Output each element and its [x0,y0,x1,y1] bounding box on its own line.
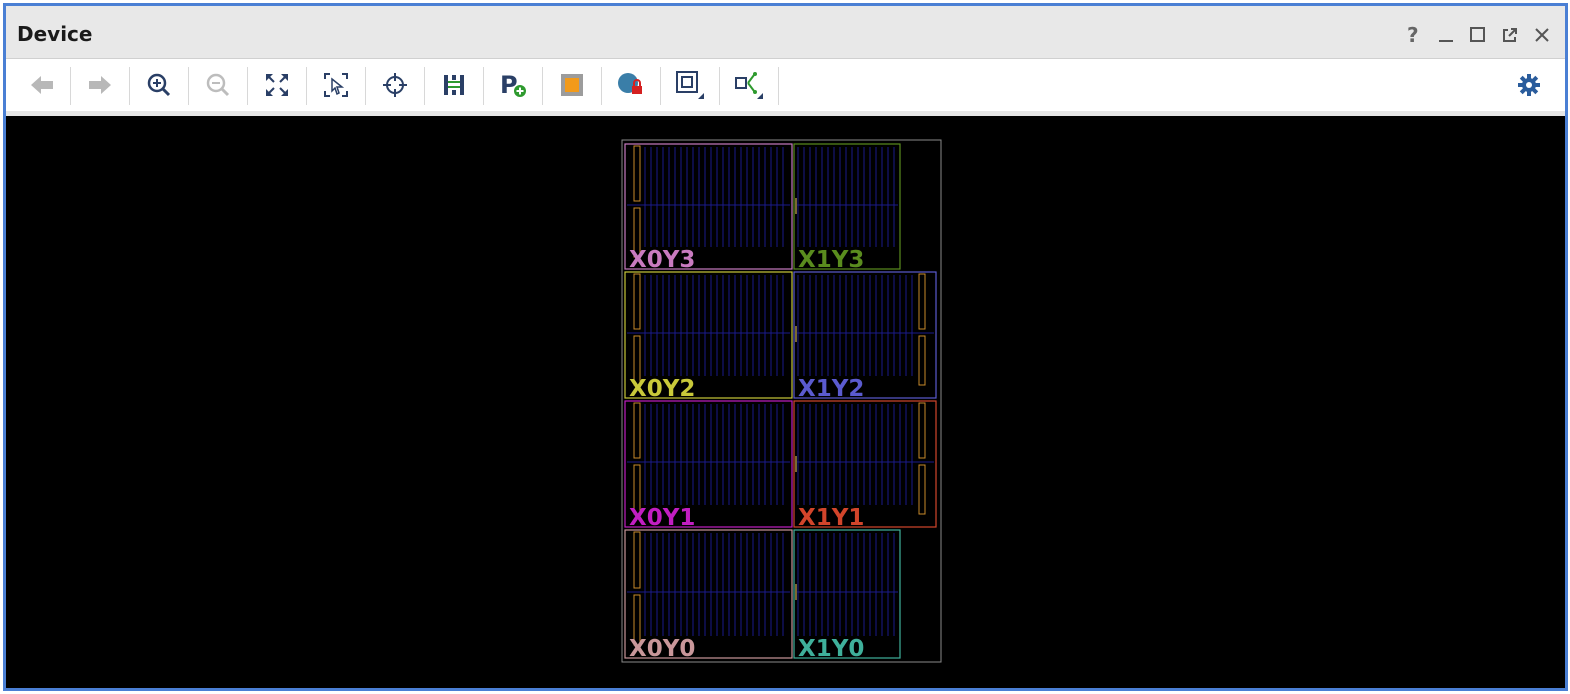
region-icon [676,71,704,99]
io-bank [633,145,641,202]
io-bank [633,531,641,589]
region-label: X1Y1 [798,505,864,531]
separator [719,67,720,105]
minimize-icon[interactable] [1435,24,1457,46]
io-bank [918,273,926,330]
separator [660,67,661,105]
auto-fit-selection-button[interactable] [375,65,415,105]
fix-cells-button[interactable] [611,65,651,105]
region-label: X0Y2 [629,376,695,402]
clock-region-x0y3[interactable]: X0Y3 [624,143,793,273]
clock-region-x0y0[interactable]: X0Y0 [624,529,793,662]
clock-region-x0y2[interactable]: X0Y2 [624,271,793,402]
zoom-in-button[interactable] [139,65,179,105]
routing-resources-button[interactable] [434,65,474,105]
lock-cell-icon [618,73,642,94]
show-regions-button[interactable] [670,65,710,105]
io-bank [633,273,641,330]
svg-text:?: ? [1407,25,1419,45]
separator [188,67,189,105]
region-label: X0Y0 [629,636,695,662]
device-floorplan[interactable]: X0Y3 X1Y3 X0Y2 X1Y2 X0Y1 X1Y1 X0Y0 X1Y0 [6,116,1565,688]
svg-text:P: P [500,71,518,99]
select-zoom-icon [324,73,348,97]
settings-button[interactable] [1509,65,1549,105]
separator [247,67,248,105]
region-label: X1Y3 [798,247,864,273]
separator [542,67,543,105]
net-view-button[interactable] [729,65,769,105]
float-icon[interactable] [1499,24,1521,46]
region-label: X1Y2 [798,376,864,402]
forward-button[interactable] [80,65,120,105]
zoom-fit-button[interactable] [257,65,297,105]
region-label: X0Y3 [629,247,695,273]
separator [129,67,130,105]
clock-region-x1y3[interactable]: X1Y3 [793,143,901,273]
title-bar: Device ? [6,6,1565,59]
region-label: X1Y0 [798,636,864,662]
pblock-add-icon: P [500,71,526,99]
separator [483,67,484,105]
window-title: Device [17,22,93,46]
device-window: Device ? P X0Y3 X1Y3 X0Y2 X1Y2 X0Y1 X1Y1… [3,3,1568,691]
separator [70,67,71,105]
clock-region-x1y2[interactable]: X1Y2 [793,271,937,402]
separator [365,67,366,105]
zoom-out-button[interactable] [198,65,238,105]
io-bank [633,402,641,459]
separator [424,67,425,105]
toolbar: P [6,59,1565,116]
crosshair-icon [383,73,407,97]
zoom-selected-button[interactable] [316,65,356,105]
create-pblock-button[interactable]: P [493,65,533,105]
arrow-right-icon [89,76,111,94]
show-cells-button[interactable] [552,65,592,105]
clock-region-x1y0[interactable]: X1Y0 [793,529,901,662]
separator [601,67,602,105]
region-label: X0Y1 [629,505,695,531]
arrow-left-icon [31,76,53,94]
maximize-icon[interactable] [1467,24,1489,46]
io-bank [918,464,926,515]
window-controls: ? [1403,24,1553,46]
io-bank [918,335,926,386]
cell-icon [561,74,583,96]
back-button[interactable] [22,65,62,105]
gear-icon [1518,74,1540,96]
close-icon[interactable] [1531,24,1553,46]
separator [306,67,307,105]
zoom-out-icon [206,73,230,97]
clock-regions: X0Y3 X1Y3 X0Y2 X1Y2 X0Y1 X1Y1 X0Y0 X1Y0 [624,143,937,662]
io-bank [918,402,926,459]
zoom-in-icon [147,73,171,97]
nets-icon [735,72,763,99]
clock-region-x0y1[interactable]: X0Y1 [624,400,793,531]
clock-region-x1y1[interactable]: X1Y1 [793,400,937,531]
separator [778,67,779,105]
routing-icon [444,75,464,95]
help-icon[interactable]: ? [1403,24,1425,46]
device-canvas[interactable]: X0Y3 X1Y3 X0Y2 X1Y2 X0Y1 X1Y1 X0Y0 X1Y0 [6,116,1565,688]
fit-icon [266,74,288,96]
